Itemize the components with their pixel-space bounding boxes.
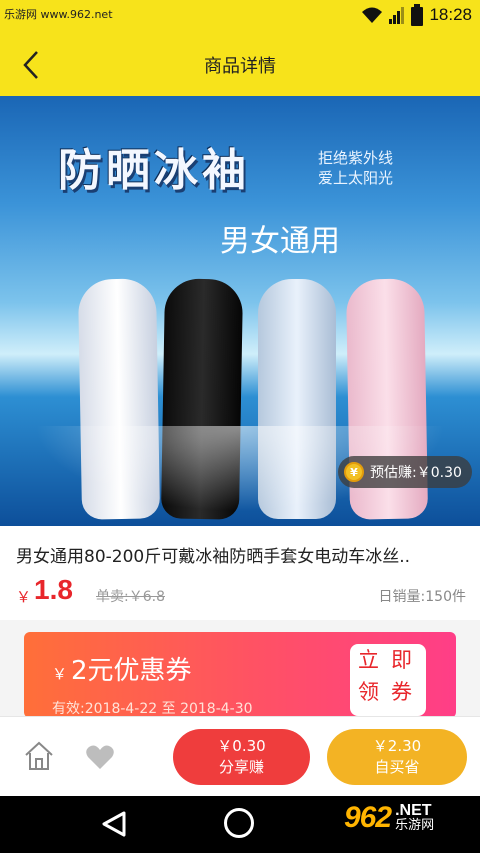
watermark-text: 乐游网 www.962.net [4,8,113,21]
site-logo: 962 .NET 乐游网 [344,801,434,835]
status-icons: 18:28 [361,4,472,26]
system-home-icon[interactable] [224,808,254,838]
hero-tagline-2: 爱上太阳光 [318,169,394,187]
coupon-card[interactable]: ￥ 2元优惠券 有效:2018-4-22 至 2018-4-30 立即领券 [24,632,456,718]
product-info: 男女通用80-200斤可戴冰袖防晒手套女电动车冰丝.. ￥ 1.8 单卖:￥6.… [0,526,480,620]
logo-net: .NET 乐游网 [395,802,435,834]
logo-number: 962 [344,801,392,834]
buy-label: 自买省 [374,758,420,776]
product-title: 男女通用80-200斤可戴冰袖防晒手套女电动车冰丝.. [16,547,411,567]
system-back-icon[interactable] [100,810,128,838]
coupon-amount: ￥ 2元优惠券 [52,650,192,687]
share-label: 分享赚 [218,758,264,776]
page-title: 商品详情 [204,56,276,77]
signal-icon [389,7,405,24]
original-price: 单卖:￥6.8 [96,589,165,605]
home-icon[interactable] [22,739,56,773]
heart-icon[interactable] [84,741,116,773]
price-symbol: ￥ [16,588,32,606]
claim-coupon-button[interactable]: 立即领券 [350,644,426,716]
system-nav-bar: 962 .NET 乐游网 [0,796,480,853]
bottom-action-bar: ￥0.30 分享赚 ￥2.30 自买省 [0,716,480,796]
estimated-earn-text: 预估赚:￥0.30 [370,465,462,481]
hero-headline: 防晒冰袖 [58,145,250,196]
hero-subhead: 男女通用 [220,224,340,259]
share-amount: ￥0.30 [217,737,266,755]
share-earn-button[interactable]: ￥0.30 分享赚 [173,729,310,785]
buy-amount: ￥2.30 [372,737,422,755]
status-bar: 乐游网 www.962.net 18:28 [0,0,480,32]
hero-tagline: 拒绝紫外线 爱上太阳光 [318,148,393,188]
battery-icon [411,4,424,26]
status-time: 18:28 [429,5,472,24]
product-price: 1.8 [34,574,73,605]
coin-icon: ¥ [344,462,364,482]
daily-sales: 日销量:150件 [378,589,466,605]
wifi-icon [362,7,383,23]
coupon-validity: 有效:2018-4-22 至 2018-4-30 [52,701,253,717]
logo-text: 乐游网 [395,818,435,833]
estimated-earn-badge: ¥ 预估赚:￥0.30 [338,456,472,488]
coupon-yen: ￥ [52,665,68,683]
nav-bar: 商品详情 [0,32,480,96]
self-buy-button[interactable]: ￥2.30 自买省 [327,729,467,785]
coupon-amount-text: 2元优惠券 [71,656,192,686]
hero-tagline-1: 拒绝紫外线 [318,149,394,167]
logo-suffix: .NET [395,802,432,819]
